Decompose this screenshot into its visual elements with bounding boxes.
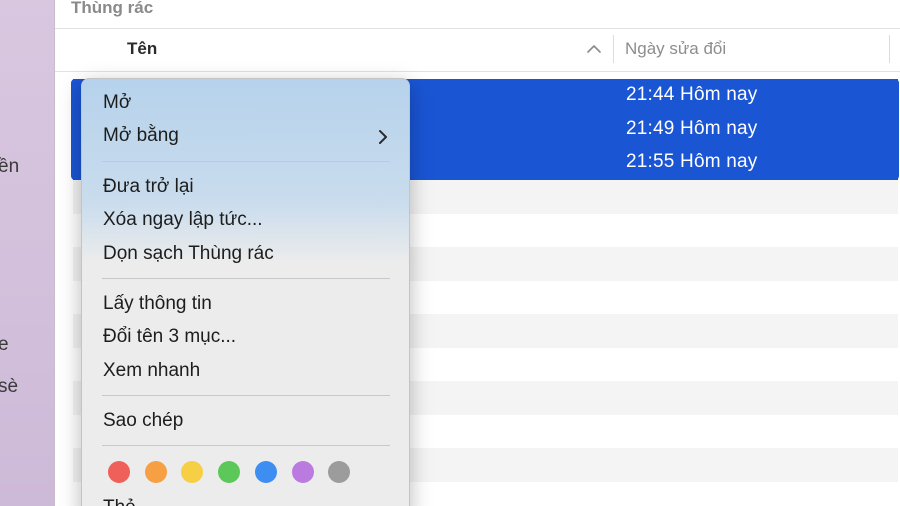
menu-item-label: Lấy thông tin <box>103 293 212 314</box>
chevron-up-icon[interactable] <box>584 39 604 59</box>
tag-orange-icon[interactable] <box>144 461 167 483</box>
column-header-name[interactable]: Tên <box>127 39 157 59</box>
column-header-date-modified[interactable]: Ngày sửa đổi <box>625 39 726 59</box>
sidebar-item-label[interactable]: ền <box>0 156 19 178</box>
list-header: Tên Ngày sửa đổi <box>55 29 900 71</box>
menu-item-rename[interactable]: Đổi tên 3 mục... <box>82 322 411 352</box>
row-date: 21:44 Hôm nay <box>626 84 758 105</box>
menu-item-label: Xem nhanh <box>103 360 201 381</box>
context-menu: Mở Mở bằng Đưa trở lại Xóa ngay lập tức.… <box>81 78 410 506</box>
menu-item-label: Xóa ngay lập tức... <box>103 209 263 230</box>
menu-item-open[interactable]: Mở <box>82 88 411 118</box>
window-title: Thùng rác <box>71 0 154 17</box>
row-date: 21:49 Hôm nay <box>626 117 758 139</box>
menu-item-label: Dọn sạch Thùng rác <box>103 243 274 264</box>
tag-red-icon[interactable] <box>108 461 130 483</box>
menu-item-empty-trash[interactable]: Dọn sạch Thùng rác <box>82 239 411 269</box>
column-divider[interactable] <box>613 35 614 63</box>
menu-separator <box>102 278 390 279</box>
menu-separator <box>102 395 390 396</box>
row-date: 21:55 Hôm nay <box>626 151 758 172</box>
menu-item-tags[interactable]: Thẻ... <box>103 497 152 506</box>
tag-gray-icon[interactable] <box>328 461 351 483</box>
menu-item-copy[interactable]: Sao chép <box>82 406 411 436</box>
tag-yellow-icon[interactable] <box>181 461 204 483</box>
sidebar-item-label[interactable]: e <box>0 334 9 356</box>
menu-separator <box>102 445 390 446</box>
tag-purple-icon[interactable] <box>291 461 314 483</box>
divider <box>55 71 900 72</box>
chevron-right-icon <box>379 130 387 144</box>
menu-item-quick-look[interactable]: Xem nhanh <box>82 356 411 386</box>
tag-blue-icon[interactable] <box>254 461 277 483</box>
sidebar: ền e sè <box>0 0 55 506</box>
menu-item-label: Mở bằng <box>103 125 179 146</box>
menu-item-label: Đưa trở lại <box>103 176 194 197</box>
menu-item-delete-immediately[interactable]: Xóa ngay lập tức... <box>82 205 411 235</box>
menu-item-label: Đổi tên 3 mục... <box>103 326 237 347</box>
menu-item-get-info[interactable]: Lấy thông tin <box>82 289 411 319</box>
menu-item-label: Sao chép <box>103 410 184 431</box>
menu-item-put-back[interactable]: Đưa trở lại <box>82 172 411 202</box>
column-divider[interactable] <box>889 35 890 63</box>
menu-separator <box>102 161 390 162</box>
menu-item-open-with[interactable]: Mở bằng <box>82 121 411 151</box>
menu-item-label: Mở <box>103 92 132 113</box>
sidebar-item-label[interactable]: sè <box>0 376 18 398</box>
tag-green-icon[interactable] <box>218 461 241 483</box>
